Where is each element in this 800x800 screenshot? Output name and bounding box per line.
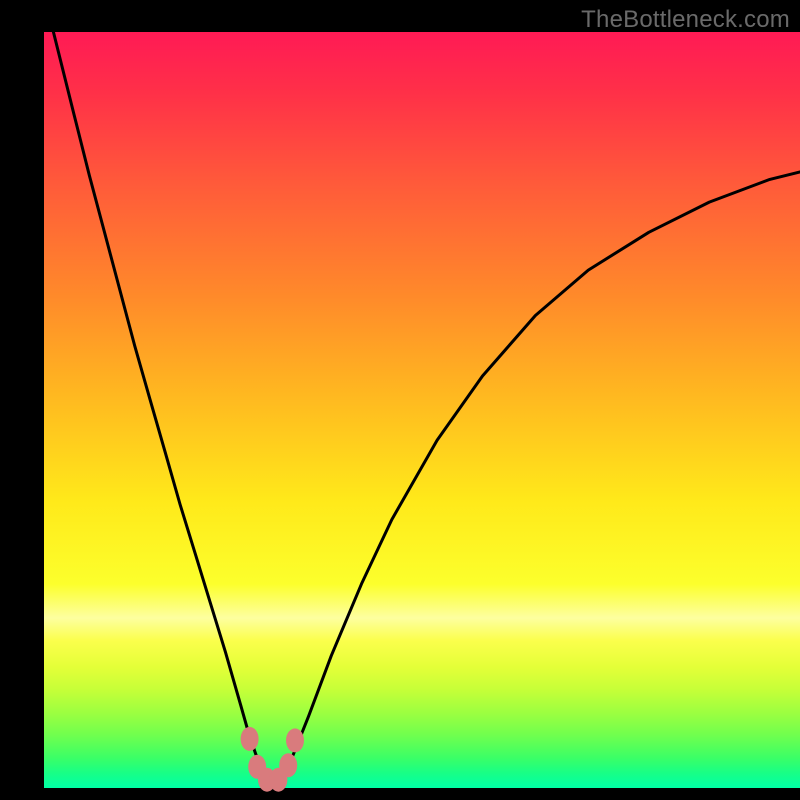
- chart-plot-area: [44, 32, 800, 788]
- watermark-text: TheBottleneck.com: [581, 6, 790, 34]
- curve-marker: [286, 728, 304, 752]
- curve-marker: [279, 753, 297, 777]
- bottleneck-curve: [44, 0, 800, 780]
- curve-svg: [44, 32, 800, 788]
- chart-frame: TheBottleneck.com: [0, 0, 800, 800]
- curve-markers: [241, 727, 304, 792]
- curve-marker: [241, 727, 259, 751]
